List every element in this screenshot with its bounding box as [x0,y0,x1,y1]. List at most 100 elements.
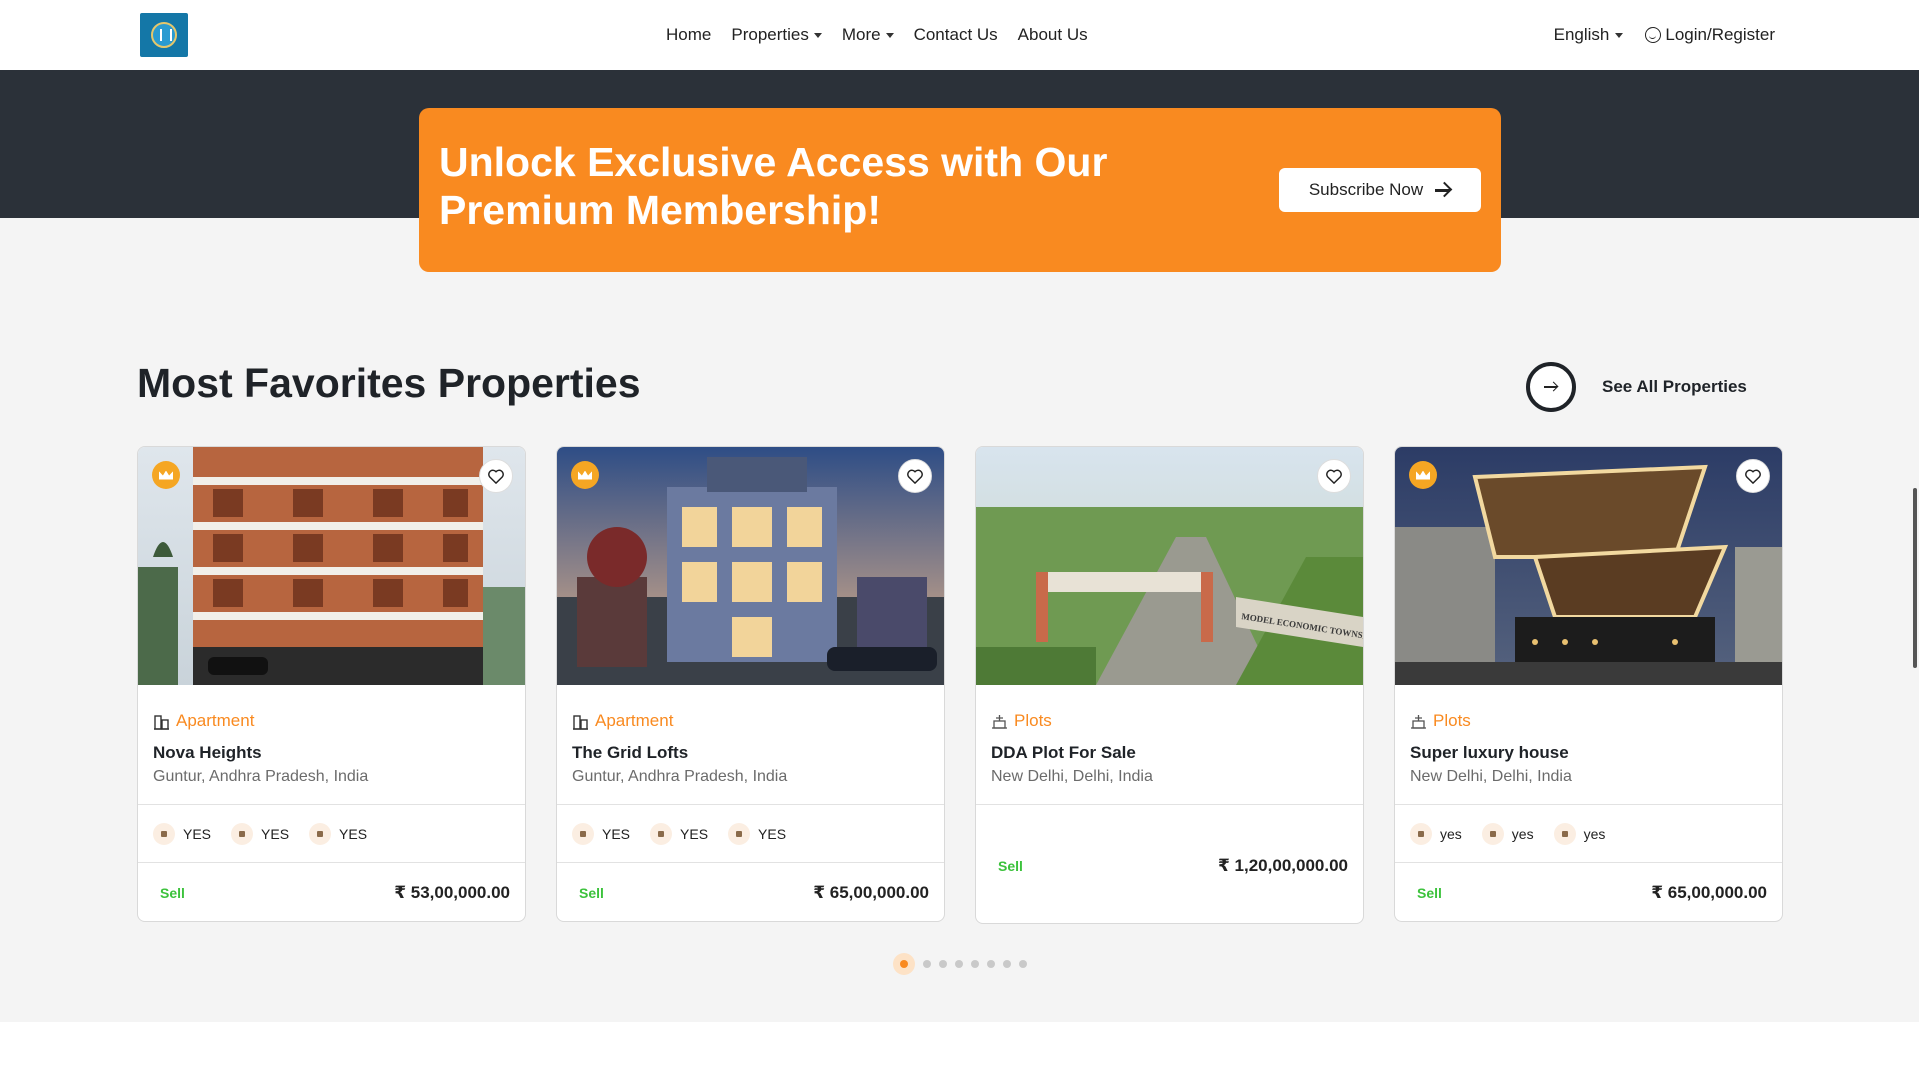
category-label: Plots [1014,711,1052,730]
property-name[interactable]: Nova Heights [153,743,262,763]
amenity-value: YES [261,826,290,842]
property-category: Apartment [153,711,254,731]
language-selector[interactable]: English [1554,25,1624,45]
premium-crown-icon [571,461,599,489]
subscribe-now-button[interactable]: Subscribe Now [1279,168,1481,212]
amenities-list: yes yes yes [1410,823,1605,845]
favorite-heart-icon[interactable] [898,459,932,493]
category-label: Plots [1433,711,1471,730]
listing-status: Sell [1417,885,1442,901]
property-price: ₹ 1,20,00,000.00 [1218,856,1348,875]
pagination-dot[interactable] [1003,960,1011,968]
property-card[interactable]: Apartment The Grid Lofts Guntur, Andhra … [556,446,945,922]
nav-about-us[interactable]: About Us [1018,25,1088,45]
nav-home[interactable]: Home [666,25,711,45]
favorite-heart-icon[interactable] [1317,459,1351,493]
property-image: MODEL ECONOMIC TOWNSH [976,447,1363,685]
amenity-icon [1410,823,1432,845]
listing-status: Sell [998,858,1023,874]
amenity-item: YES [153,823,211,845]
property-card[interactable]: MODEL ECONOMIC TOWNSH Plots DDA Plot For… [975,446,1364,924]
premium-crown-icon [152,461,180,489]
membership-banner: Unlock Exclusive Access with Our Premium… [419,108,1501,272]
divider [976,804,1363,805]
amenity-icon [1481,823,1504,845]
amenity-icon [231,823,254,845]
amenity-icon [1553,823,1576,845]
property-price: ₹ 65,00,000.00 [1651,883,1767,902]
section-title: Most Favorites Properties [137,360,641,406]
site-header: Home Properties More Contact Us About Us… [0,0,1919,70]
plot-icon [991,713,1008,730]
login-label: Login/Register [1665,25,1775,44]
property-name[interactable]: The Grid Lofts [572,743,688,763]
favorite-heart-icon[interactable] [479,459,513,493]
amenity-icon [650,823,673,845]
amenity-value: yes [1511,826,1534,842]
category-label: Apartment [176,711,255,730]
caret-down-icon [813,32,822,38]
building-icon [572,713,589,730]
language-label: English [1553,25,1610,44]
pagination-dot[interactable] [923,960,931,968]
main-nav: Home Properties More Contact Us About Us [666,0,1088,70]
favorite-heart-icon[interactable] [1736,459,1770,493]
pagination-dot[interactable] [893,953,915,975]
amenity-item: YES [572,823,630,845]
property-card[interactable]: Plots Super luxury house New Delhi, Delh… [1394,446,1783,922]
logo[interactable] [140,13,188,57]
property-category: Plots [991,711,1052,731]
amenities-list: YES YES YES [153,823,367,845]
amenity-icon [153,823,175,845]
property-category: Apartment [572,711,673,731]
pagination-dot[interactable] [1019,960,1027,968]
see-all-properties-link[interactable]: See All Properties [1526,362,1747,412]
arrow-right-icon [1435,183,1451,197]
divider [1395,862,1782,863]
circle-arrow-icon [1526,362,1576,412]
amenity-value: yes [1583,826,1606,842]
nav-label: Properties [731,25,809,44]
nav-properties[interactable]: Properties [731,25,822,45]
pagination-dot[interactable] [987,960,995,968]
amenities-list: YES YES YES [572,823,786,845]
divider [557,862,944,863]
amenity-value: YES [339,826,368,842]
banner-heading: Unlock Exclusive Access with Our Premium… [439,139,1108,233]
property-location: Guntur, Andhra Pradesh, India [572,768,788,785]
pagination-dot[interactable] [939,960,947,968]
nav-label: More [841,25,881,44]
amenity-item: yes [1481,823,1534,845]
amenity-value: YES [758,826,787,842]
nav-label: Contact Us [913,25,998,44]
carousel-pagination [893,953,1027,975]
divider [138,862,525,863]
amenity-icon [572,823,594,845]
amenity-item: yes [1553,823,1606,845]
property-price: ₹ 65,00,000.00 [813,883,929,902]
property-name[interactable]: Super luxury house [1410,743,1569,763]
scrollbar[interactable] [1913,488,1917,668]
nav-more[interactable]: More [842,25,894,45]
premium-crown-icon [1409,461,1437,489]
nav-label: Home [666,25,712,44]
property-name[interactable]: DDA Plot For Sale [991,743,1136,763]
property-location: Guntur, Andhra Pradesh, India [153,768,369,785]
amenity-value: YES [680,826,709,842]
pagination-dot[interactable] [955,960,963,968]
property-category: Plots [1410,711,1471,731]
amenity-item: yes [1410,823,1462,845]
caret-down-icon [1615,32,1624,38]
property-location: New Delhi, Delhi, India [991,768,1153,785]
user-icon [1645,27,1662,43]
category-label: Apartment [595,711,674,730]
divider [138,804,525,805]
amenity-icon [309,823,332,845]
pagination-dot[interactable] [971,960,979,968]
property-card[interactable]: Apartment Nova Heights Guntur, Andhra Pr… [137,446,526,922]
login-register-link[interactable]: Login/Register [1645,25,1775,45]
nav-contact-us[interactable]: Contact Us [914,25,998,45]
property-image [557,447,944,685]
nav-label: About Us [1017,25,1088,44]
listing-status: Sell [160,885,185,901]
